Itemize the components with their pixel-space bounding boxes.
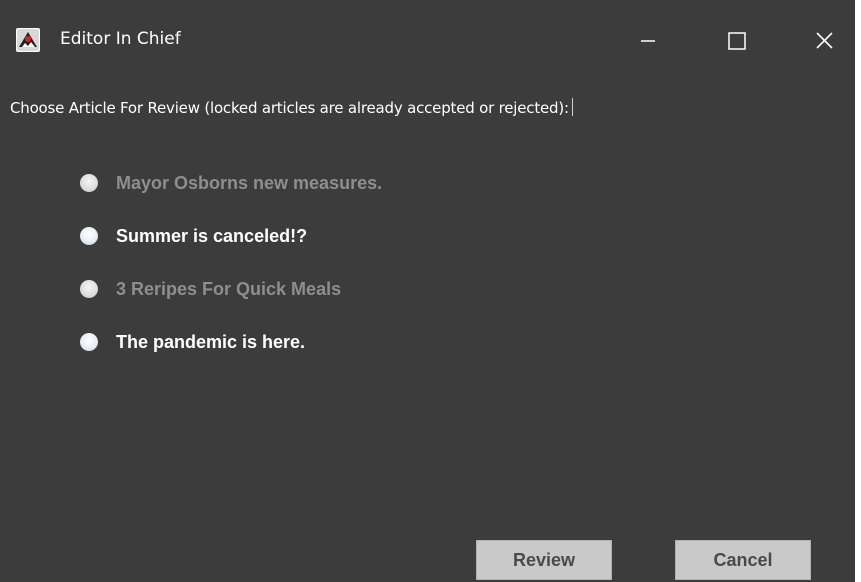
window-title: Editor In Chief — [60, 29, 181, 49]
maximize-icon — [728, 32, 746, 50]
article-label: 3 Reripes For Quick Meals — [116, 279, 342, 299]
instruction-label: Choose Article For Review (locked articl… — [10, 96, 573, 120]
radio-button-icon[interactable] — [80, 333, 98, 351]
java-duke-icon — [15, 27, 41, 53]
article-label[interactable]: The pandemic is here. — [116, 326, 305, 358]
article-label[interactable]: Summer is canceled!? — [116, 220, 307, 252]
radio-button-icon — [80, 280, 98, 298]
text-caret — [571, 98, 573, 116]
radio-button-icon[interactable] — [80, 227, 98, 245]
minimize-icon — [641, 40, 655, 42]
maximize-button[interactable] — [708, 14, 764, 66]
close-button[interactable] — [797, 14, 853, 66]
minimize-button[interactable] — [620, 14, 676, 66]
close-icon — [816, 32, 833, 49]
cancel-button[interactable]: Cancel — [675, 540, 811, 580]
title-bar[interactable]: Editor In Chief — [0, 0, 855, 79]
review-button[interactable]: Review — [476, 540, 612, 580]
editor-in-chief-window: Editor In Chief Choose Article For Revie… — [0, 0, 855, 582]
instruction-text: Choose Article For Review (locked articl… — [10, 99, 569, 117]
article-label: Mayor Osborns new measures. — [116, 173, 383, 193]
dialog-content: Choose Article For Review (locked articl… — [0, 79, 855, 582]
radio-button-icon — [80, 174, 98, 192]
